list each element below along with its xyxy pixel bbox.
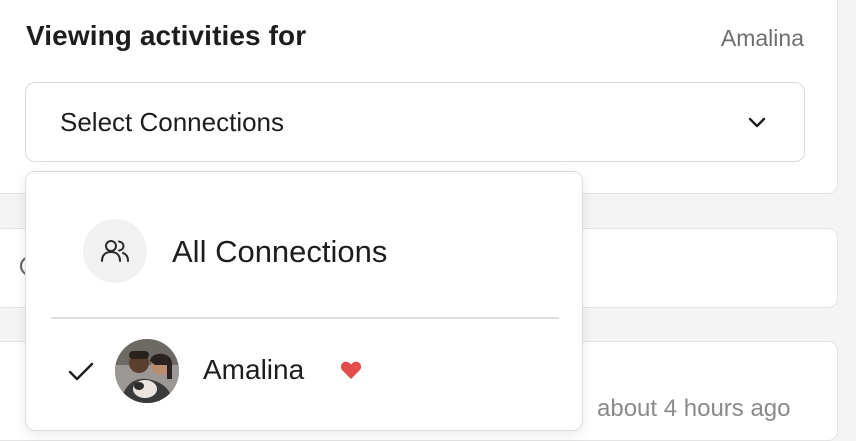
connections-select-label: Select Connections: [60, 107, 285, 137]
users-icon: [83, 219, 147, 283]
check-icon: [68, 362, 94, 387]
divider: [51, 317, 559, 319]
activity-timestamp: about 4 hours ago: [597, 395, 791, 422]
heart-icon: [340, 360, 362, 385]
connection-name: Amalina: [203, 354, 305, 385]
current-user-name: Amalina: [720, 25, 804, 51]
connection-option-amalina[interactable]: Amalina: [26, 332, 582, 412]
all-connections-label: All Connections: [172, 234, 388, 269]
chevron-down-icon: [746, 111, 768, 133]
page-title: Viewing activities for: [26, 20, 307, 51]
connections-select[interactable]: Select Connections: [25, 82, 805, 162]
all-connections-option[interactable]: All Connections: [26, 172, 582, 318]
avatar: [115, 339, 179, 403]
connections-dropdown: All Connections Amalina: [25, 171, 583, 431]
